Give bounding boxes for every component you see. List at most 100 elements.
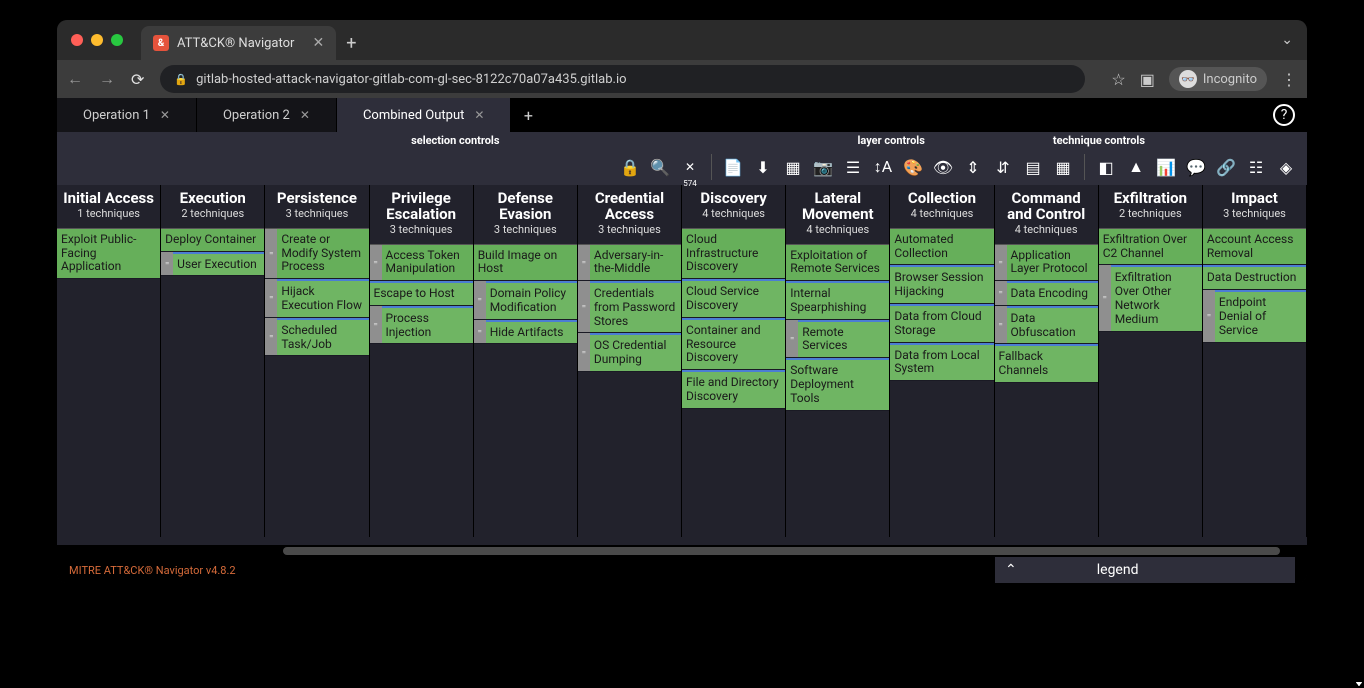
legend-toggle[interactable]: ⌃ legend [995, 557, 1295, 583]
technique-cell[interactable]: Cloud Infrastructure Discovery [682, 229, 785, 279]
technique-cell[interactable]: Deploy Container [161, 229, 264, 252]
camera-button[interactable]: 📷 [810, 154, 836, 180]
tactic-header[interactable]: Execution2 techniques [161, 185, 264, 229]
tab-list-chevron-icon[interactable]: ⌄ [1281, 32, 1293, 48]
technique-cell[interactable]: Exploit Public-Facing Application [57, 229, 160, 279]
subtechnique-handle[interactable]: = [370, 245, 382, 281]
subtechnique-handle[interactable]: = [578, 281, 590, 332]
subtechnique-handle[interactable]: = [1099, 265, 1111, 330]
search-button[interactable]: 🔍 [647, 154, 673, 180]
technique-cell[interactable]: =Scheduled Task/Job [265, 318, 368, 357]
close-icon[interactable]: ✕ [160, 108, 170, 122]
hide-disabled-button[interactable]: 👁 [930, 154, 956, 180]
technique-cell[interactable]: Automated Collection [890, 229, 993, 266]
technique-cell[interactable]: =Data Encoding [995, 281, 1098, 306]
tactic-header[interactable]: Persistence3 techniques [265, 185, 368, 229]
matrix-config-button[interactable]: ▦ [1050, 154, 1076, 180]
expand-subtechniques-button[interactable]: ⇕ [960, 154, 986, 180]
link-button[interactable]: 🔗 [1213, 154, 1239, 180]
technique-cell[interactable]: Exploitation of Remote Services [786, 245, 889, 282]
subtechnique-handle[interactable]: = [578, 245, 590, 281]
technique-cell[interactable]: Data from Cloud Storage [890, 304, 993, 343]
technique-cell[interactable]: Software Deployment Tools [786, 358, 889, 410]
close-icon[interactable]: ✕ [474, 108, 484, 122]
minimize-window-button[interactable] [91, 34, 103, 46]
technique-cell[interactable]: Cloud Service Discovery [682, 279, 785, 318]
technique-cell[interactable]: =Endpoint Denial of Service [1203, 290, 1306, 342]
subtechnique-handle[interactable]: = [1203, 290, 1215, 341]
subtechnique-handle[interactable]: = [786, 320, 798, 358]
horizontal-scrollbar[interactable] [57, 545, 1307, 557]
technique-cell[interactable]: Build Image on Host [474, 245, 577, 282]
tactic-header[interactable]: Impact3 techniques [1203, 185, 1306, 229]
tactic-header[interactable]: Privilege Escalation3 techniques [370, 185, 473, 245]
technique-cell[interactable]: =User Execution [161, 252, 264, 277]
download-button[interactable]: ⬇ [750, 154, 776, 180]
tactic-header[interactable]: Command and Control4 techniques [995, 185, 1098, 245]
technique-cell[interactable]: =Hijack Execution Flow [265, 279, 368, 318]
subtechnique-handle[interactable]: = [265, 279, 277, 317]
tactic-header[interactable]: Collection4 techniques [890, 185, 993, 229]
filter-button[interactable]: ☰ [840, 154, 866, 180]
tactic-header[interactable]: Initial Access1 techniques [57, 185, 160, 229]
scoring-button[interactable]: 📊 [1153, 154, 1179, 180]
technique-cell[interactable]: Data from Local System [890, 343, 993, 382]
technique-cell[interactable]: Account Access Removal [1203, 229, 1306, 266]
subtechnique-handle[interactable]: = [265, 318, 277, 356]
url-input[interactable]: 🔒 gitlab-hosted-attack-navigator-gitlab-… [160, 65, 1085, 93]
technique-cell[interactable]: =Data Obfuscation [995, 306, 1098, 345]
comment-button[interactable]: 💬 [1183, 154, 1209, 180]
technique-cell[interactable]: =Process Injection [370, 306, 473, 345]
technique-cell[interactable]: File and Directory Discovery [682, 370, 785, 409]
subtechnique-handle[interactable]: = [995, 281, 1007, 305]
technique-cell[interactable]: =Remote Services [786, 320, 889, 359]
technique-cell[interactable]: Exfiltration Over C2 Channel [1099, 229, 1202, 266]
deselect-all-button[interactable]: ✕574 [677, 154, 703, 180]
background-color-button[interactable]: ▲ [1123, 154, 1149, 180]
technique-cell[interactable]: =Domain Policy Modification [474, 281, 577, 320]
layer-tab-operation-1[interactable]: Operation 1 ✕ [57, 98, 197, 132]
toggle-state-button[interactable]: ◧ [1093, 154, 1119, 180]
subtechnique-handle[interactable]: = [995, 245, 1007, 281]
subtechnique-handle[interactable]: = [578, 333, 590, 371]
technique-cell[interactable]: =Hide Artifacts [474, 320, 577, 345]
tactic-header[interactable]: Discovery4 techniques [682, 185, 785, 229]
scrollbar-thumb[interactable] [283, 547, 1280, 555]
subtechnique-handle[interactable]: = [265, 229, 277, 278]
add-layer-tab-button[interactable]: + [511, 106, 545, 125]
technique-cell[interactable]: Container and Resource Discovery [682, 318, 785, 370]
subtechnique-handle[interactable]: = [474, 281, 486, 319]
new-tab-button[interactable]: + [346, 33, 356, 54]
forward-button[interactable]: → [99, 69, 115, 89]
color-setup-button[interactable]: 🎨 [900, 154, 926, 180]
close-icon[interactable]: ✕ [300, 108, 310, 122]
metadata-button[interactable]: ☷ [1243, 154, 1269, 180]
incognito-badge[interactable]: 👓 Incognito [1169, 67, 1267, 91]
subtechnique-handle[interactable]: = [161, 252, 173, 276]
tactic-header[interactable]: Exfiltration2 techniques [1099, 185, 1202, 229]
technique-cell[interactable]: =Adversary-in-the-Middle [578, 245, 681, 282]
bookmark-star-icon[interactable]: ☆ [1111, 70, 1125, 89]
layer-tab-operation-2[interactable]: Operation 2 ✕ [197, 98, 337, 132]
browser-menu-icon[interactable]: ⋮ [1281, 70, 1297, 89]
back-button[interactable]: ← [67, 69, 83, 89]
technique-cell[interactable]: Internal Spearphishing [786, 281, 889, 320]
technique-cell[interactable]: =Create or Modify System Process [265, 229, 368, 279]
technique-cell[interactable]: =OS Credential Dumping [578, 333, 681, 372]
technique-cell[interactable]: =Application Layer Protocol [995, 245, 1098, 282]
technique-cell[interactable]: =Access Token Manipulation [370, 245, 473, 282]
technique-cell[interactable]: Data Destruction [1203, 265, 1306, 290]
technique-cell[interactable]: =Exfiltration Over Other Network Medium [1099, 265, 1202, 331]
layer-info-button[interactable]: 📄 [720, 154, 746, 180]
technique-cell[interactable]: Escape to Host [370, 281, 473, 306]
close-window-button[interactable] [71, 34, 83, 46]
lock-selection-button[interactable]: 🔒 [617, 154, 643, 180]
technique-cell[interactable]: Browser Session Hijacking [890, 265, 993, 304]
tactic-header[interactable]: Lateral Movement4 techniques [786, 185, 889, 245]
close-tab-icon[interactable]: ✕ [312, 35, 324, 51]
export-excel-button[interactable]: ▦ [780, 154, 806, 180]
reload-button[interactable]: ⟳ [131, 70, 144, 89]
layer-tab-combined-output[interactable]: Combined Output ✕ [337, 98, 512, 132]
subtechnique-handle[interactable]: = [995, 306, 1007, 344]
subtechnique-handle[interactable]: = [370, 306, 382, 344]
